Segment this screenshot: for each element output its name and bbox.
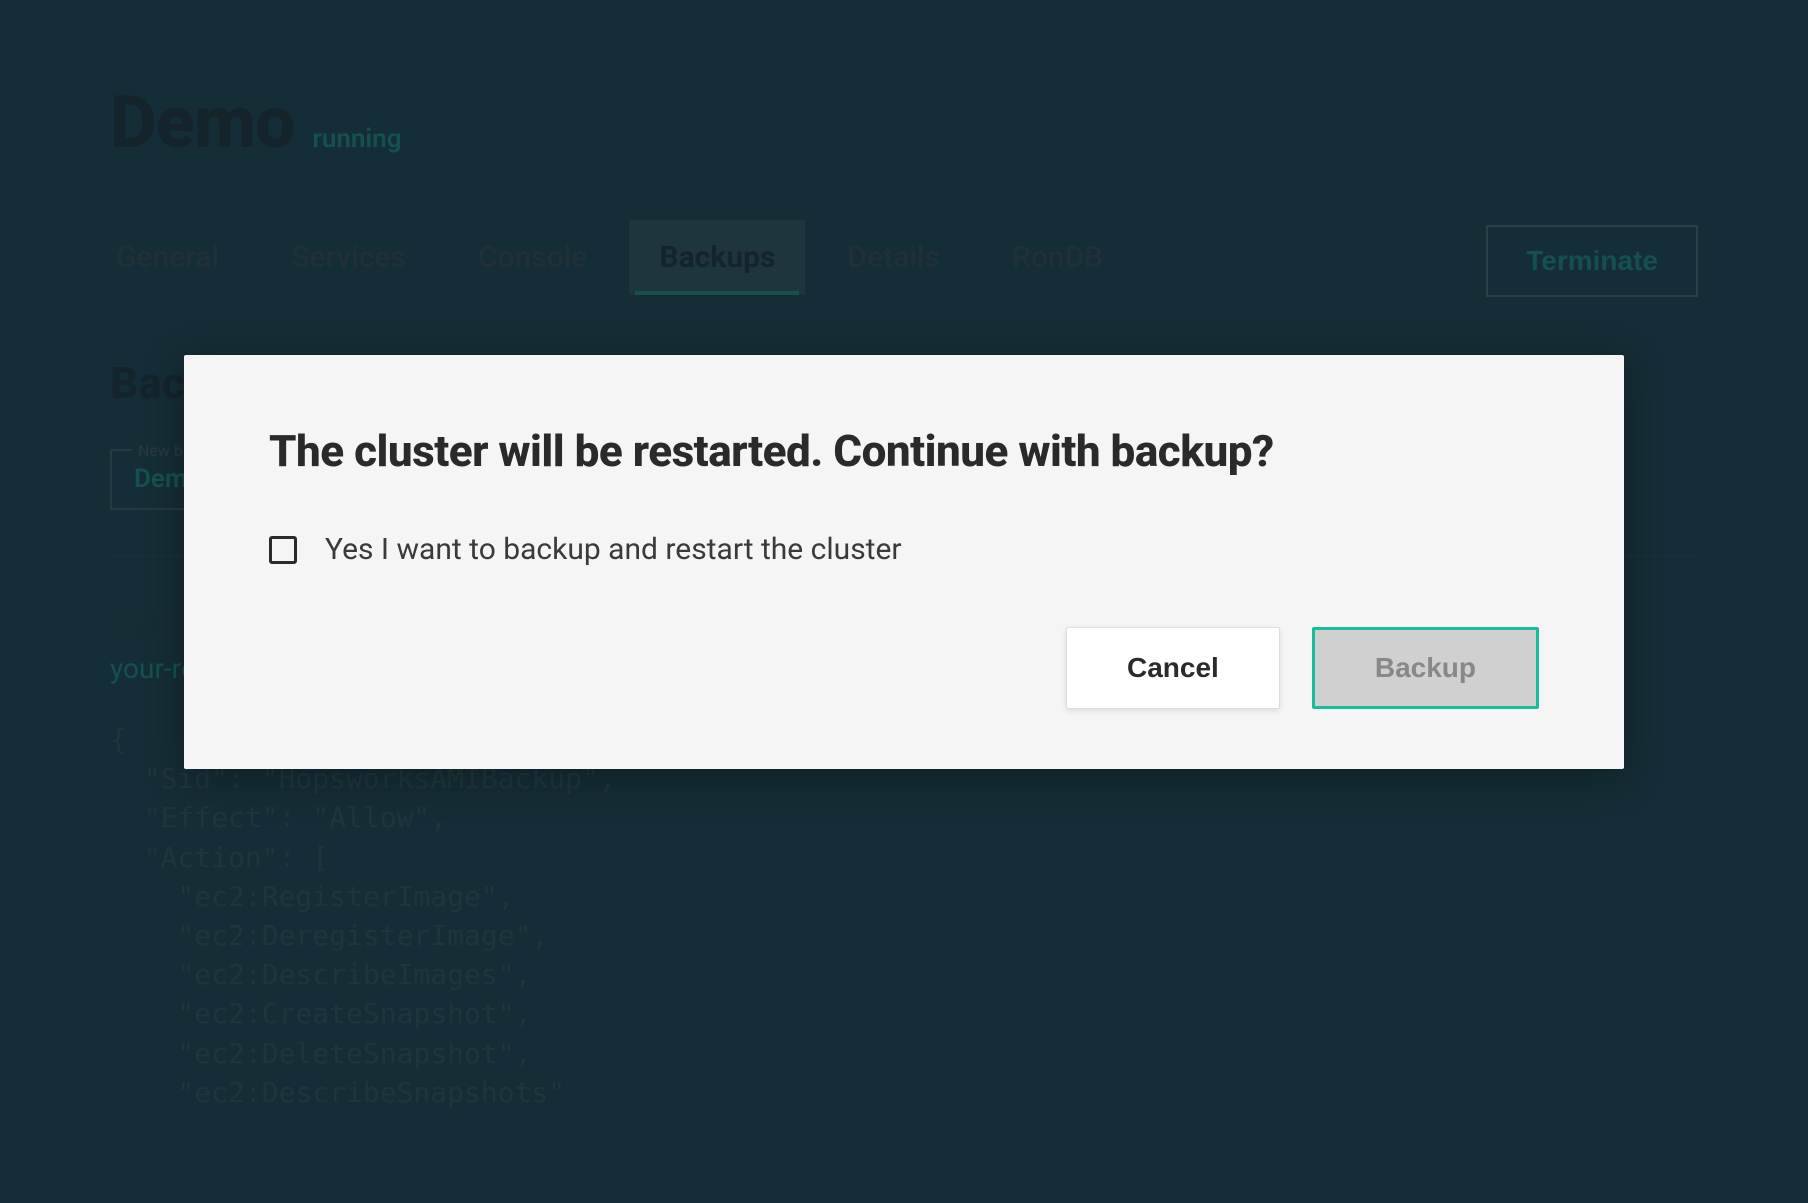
confirm-checkbox-row: Yes I want to backup and restart the clu… bbox=[269, 532, 1539, 567]
backup-confirm-modal: The cluster will be restarted. Continue … bbox=[184, 355, 1624, 769]
confirm-checkbox[interactable] bbox=[269, 536, 297, 564]
backup-button[interactable]: Backup bbox=[1312, 627, 1539, 709]
confirm-checkbox-label: Yes I want to backup and restart the clu… bbox=[325, 532, 902, 567]
modal-title: The cluster will be restarted. Continue … bbox=[269, 425, 1539, 477]
modal-overlay: The cluster will be restarted. Continue … bbox=[0, 0, 1808, 1203]
cancel-button[interactable]: Cancel bbox=[1066, 627, 1280, 709]
modal-buttons: Cancel Backup bbox=[269, 627, 1539, 709]
